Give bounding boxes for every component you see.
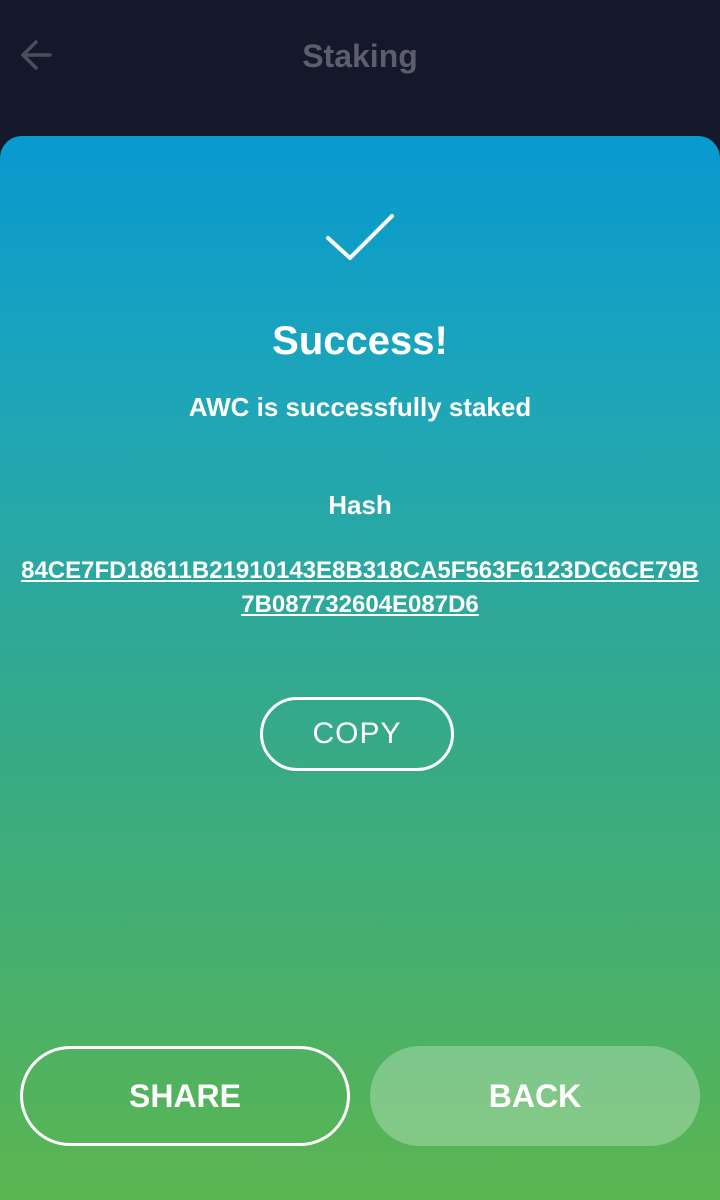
share-button-label: SHARE bbox=[128, 1077, 241, 1114]
back-button[interactable]: BACK bbox=[370, 1046, 700, 1146]
hash-label: Hash bbox=[328, 490, 392, 520]
copy-button[interactable]: COPY bbox=[260, 697, 454, 771]
header-bar: Staking bbox=[0, 0, 720, 112]
checkmark-icon bbox=[322, 210, 398, 266]
copy-button-label: COPY bbox=[312, 717, 402, 750]
hash-link[interactable]: 84CE7FD18611B21910143E8B318CA5F563F6123D… bbox=[20, 554, 700, 622]
success-card: Success! AWC is successfully staked Hash… bbox=[0, 136, 720, 1200]
share-button[interactable]: SHARE bbox=[20, 1046, 350, 1146]
back-button-label: BACK bbox=[488, 1077, 582, 1114]
page-title: Staking bbox=[302, 38, 418, 74]
success-screen: Staking Success! AWC is successfully sta… bbox=[0, 0, 720, 1200]
success-message: AWC is successfully staked bbox=[188, 392, 532, 422]
success-title: Success! bbox=[272, 319, 448, 363]
